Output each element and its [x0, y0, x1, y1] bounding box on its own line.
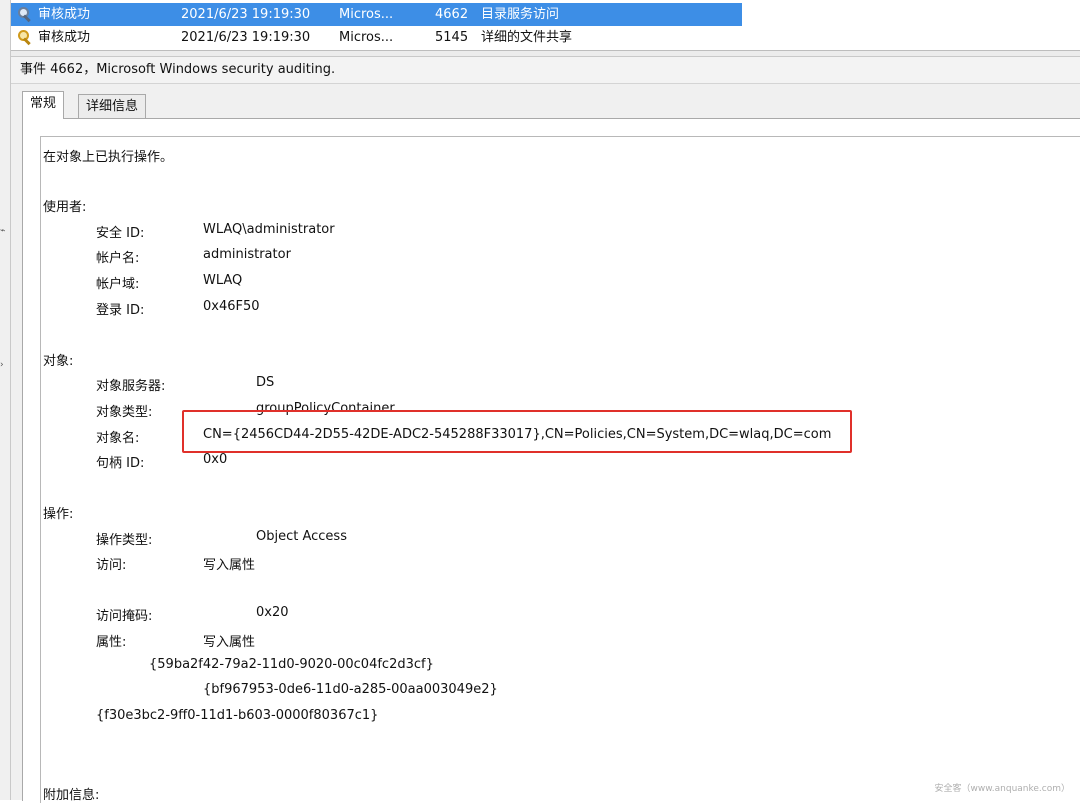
event-detail-panel: 常规 详细信息 在对象上已执行操作。 使用者: 安全 ID: WLAQ\admi…: [11, 84, 1080, 803]
access-value: 写入属性: [203, 558, 256, 573]
key-icon: [17, 29, 33, 46]
account-name-label: 帐户名:: [96, 251, 140, 266]
event-row[interactable]: 审核成功 2021/6/23 19:19:30 Micros... 5145 详…: [11, 26, 742, 49]
access-mask-label: 访问掩码:: [96, 609, 153, 624]
operation-section-label: 操作:: [43, 507, 74, 522]
watermark: 安全客（www.anquanke.com）: [934, 784, 1070, 794]
object-server-label: 对象服务器:: [96, 379, 166, 394]
operation-type-value: Object Access: [256, 529, 347, 544]
properties-label: 属性:: [96, 635, 127, 650]
property-guid: {bf967953-0de6-11d0-a285-00aa003049e2}: [203, 682, 498, 697]
access-mask-value: 0x20: [256, 605, 289, 620]
event-description-text[interactable]: 在对象上已执行操作。 使用者: 安全 ID: WLAQ\administrato…: [40, 136, 1080, 803]
event-id: 5145: [435, 30, 469, 45]
magnifier-key-icon: [17, 6, 33, 23]
event-level: 审核成功: [38, 30, 91, 45]
tab-general[interactable]: 常规: [22, 91, 65, 119]
object-server-value: DS: [256, 375, 275, 390]
security-id-label: 安全 ID:: [96, 226, 145, 241]
event-id: 4662: [435, 7, 469, 22]
summary-text: 在对象上已执行操作。: [43, 150, 174, 165]
logon-id-value: 0x46F50: [203, 299, 260, 314]
collapsed-label-fragment: ›: [0, 360, 4, 370]
access-label: 访问:: [96, 558, 127, 573]
subject-section-label: 使用者:: [43, 200, 87, 215]
event-description-box: 在对象上已执行操作。 使用者: 安全 ID: WLAQ\administrato…: [22, 118, 1080, 803]
logon-id-label: 登录 ID:: [96, 303, 145, 318]
object-type-value: groupPolicyContainer: [256, 401, 395, 416]
object-name-value: CN={2456CD44-2D55-42DE-ADC2-545288F33017…: [203, 427, 832, 442]
object-name-label: 对象名:: [96, 431, 140, 446]
property-guid: {59ba2f42-79a2-11d0-9020-00c04fc2d3cf}: [149, 657, 434, 672]
event-list[interactable]: 审核成功 2021/6/23 19:19:30 Micros... 4662 目…: [11, 0, 1080, 51]
left-navigation-edge: ⌁ ›: [0, 0, 11, 800]
tab-details[interactable]: 详细信息: [78, 94, 147, 120]
collapsed-label-fragment: ⌁: [0, 226, 6, 236]
event-level: 审核成功: [38, 7, 91, 22]
event-row-selected[interactable]: 审核成功 2021/6/23 19:19:30 Micros... 4662 目…: [11, 3, 742, 26]
event-datetime: 2021/6/23 19:19:30: [181, 30, 311, 45]
handle-id-value: 0x0: [203, 452, 228, 467]
event-datetime: 2021/6/23 19:19:30: [181, 7, 311, 22]
event-task-category: 详细的文件共享: [481, 30, 573, 45]
handle-id-label: 句柄 ID:: [96, 456, 145, 471]
additional-info-label: 附加信息:: [43, 788, 100, 803]
property-guid: {f30e3bc2-9ff0-11d1-b603-0000f80367c1}: [96, 708, 379, 723]
security-id-value: WLAQ\administrator: [203, 222, 335, 237]
event-source: Micros...: [339, 7, 394, 22]
operation-type-label: 操作类型:: [96, 533, 153, 548]
object-section-label: 对象:: [43, 354, 74, 369]
event-source: Micros...: [339, 30, 394, 45]
event-title-text: 事件 4662，Microsoft Windows security audit…: [20, 62, 336, 77]
event-detail-title: 事件 4662，Microsoft Windows security audit…: [11, 57, 1080, 84]
event-task-category: 目录服务访问: [481, 7, 560, 22]
account-name-value: administrator: [203, 247, 291, 262]
account-domain-value: WLAQ: [203, 273, 243, 288]
account-domain-label: 帐户域:: [96, 277, 140, 292]
object-type-label: 对象类型:: [96, 405, 153, 420]
properties-value: 写入属性: [203, 635, 256, 650]
